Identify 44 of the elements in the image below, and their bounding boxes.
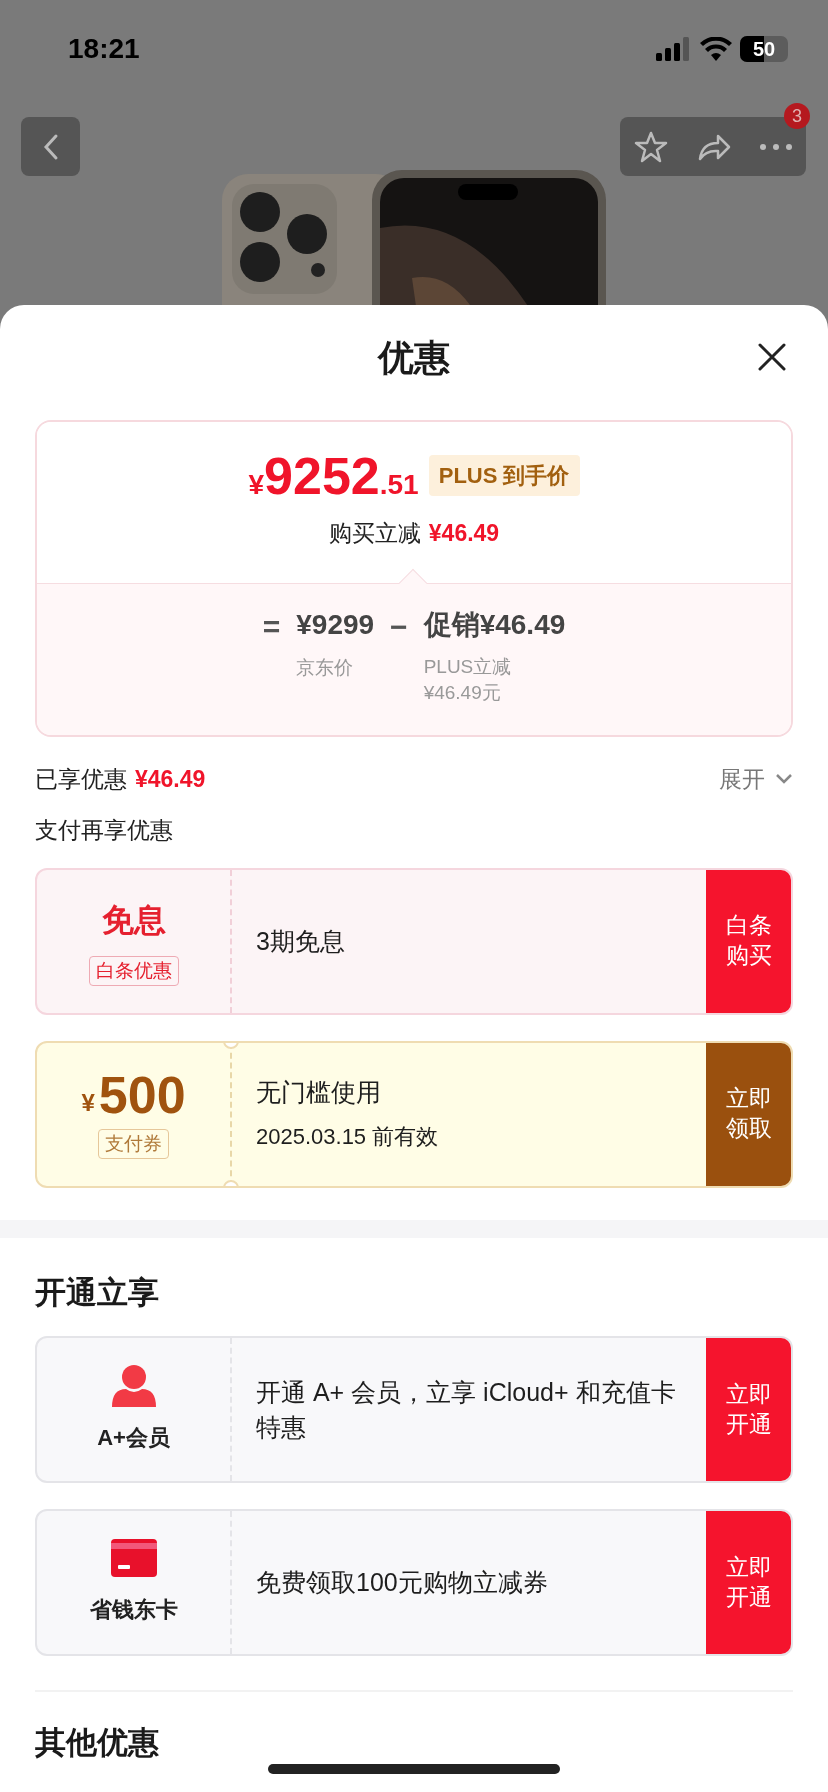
offer-validity: 2025.03.15 前有效: [256, 1123, 440, 1151]
saving-value: ¥46.49: [428, 519, 500, 548]
more-icon[interactable]: [760, 143, 792, 150]
offer-title: 免息: [101, 900, 166, 940]
offer-label: 省钱东卡: [89, 1596, 178, 1624]
offer-text: 开通 A+ 会员，立享 iCloud+ 和充值卡特惠: [256, 1376, 677, 1443]
base-price-label: 京东价: [296, 656, 355, 680]
notification-badge: 3: [784, 103, 810, 129]
equals-sign: =: [262, 609, 281, 645]
discount-label: 已享优惠: [35, 764, 127, 794]
offer-tag: 白条优惠: [88, 955, 179, 987]
section-title: 支付再享优惠: [35, 816, 174, 845]
battery-level: 50: [752, 37, 776, 62]
offer-button[interactable]: 立即 领取: [706, 1042, 791, 1186]
discount-value: ¥46.49: [135, 764, 206, 794]
expand-button[interactable]: 展开: [719, 761, 793, 797]
offer-tag: 支付券: [98, 1128, 169, 1160]
wifi-icon: [700, 37, 732, 61]
minus-sign: −: [390, 609, 408, 645]
sheet-title: 优惠: [378, 335, 450, 380]
promo-label: ¥46.49元: [423, 680, 502, 705]
offer-button[interactable]: 立即 开通: [706, 1511, 791, 1654]
offer-text: 无门槛使用: [256, 1077, 382, 1108]
person-icon: [111, 1365, 156, 1407]
promo-discount: 促销¥46.49: [423, 608, 566, 642]
saving-label: 购买立减: [328, 519, 421, 548]
offer-text: 3期免息: [256, 925, 346, 957]
card-icon: [110, 1539, 157, 1577]
offer-button[interactable]: 立即 开通: [706, 1338, 791, 1481]
status-time: 18:21: [68, 32, 140, 66]
price-value: ¥9252.51: [248, 450, 419, 502]
back-button[interactable]: [21, 117, 80, 176]
star-icon[interactable]: [634, 129, 668, 164]
base-price: ¥9299: [296, 608, 375, 642]
plus-price-tag: PLUS 到手价: [428, 455, 580, 496]
promo-label: PLUS立减: [423, 655, 513, 679]
section-title: 开通立享: [35, 1273, 160, 1312]
chevron-down-icon[interactable]: [775, 773, 793, 785]
offer-label: A+会员: [97, 1424, 170, 1452]
offer-button[interactable]: 白条 购买: [706, 869, 791, 1013]
coupon-amount: ¥500: [81, 1068, 186, 1121]
signal-icon: [656, 37, 692, 61]
section-title: 其他优惠: [35, 1724, 159, 1762]
offer-text: 免费领取100元购物立减券: [256, 1567, 549, 1598]
